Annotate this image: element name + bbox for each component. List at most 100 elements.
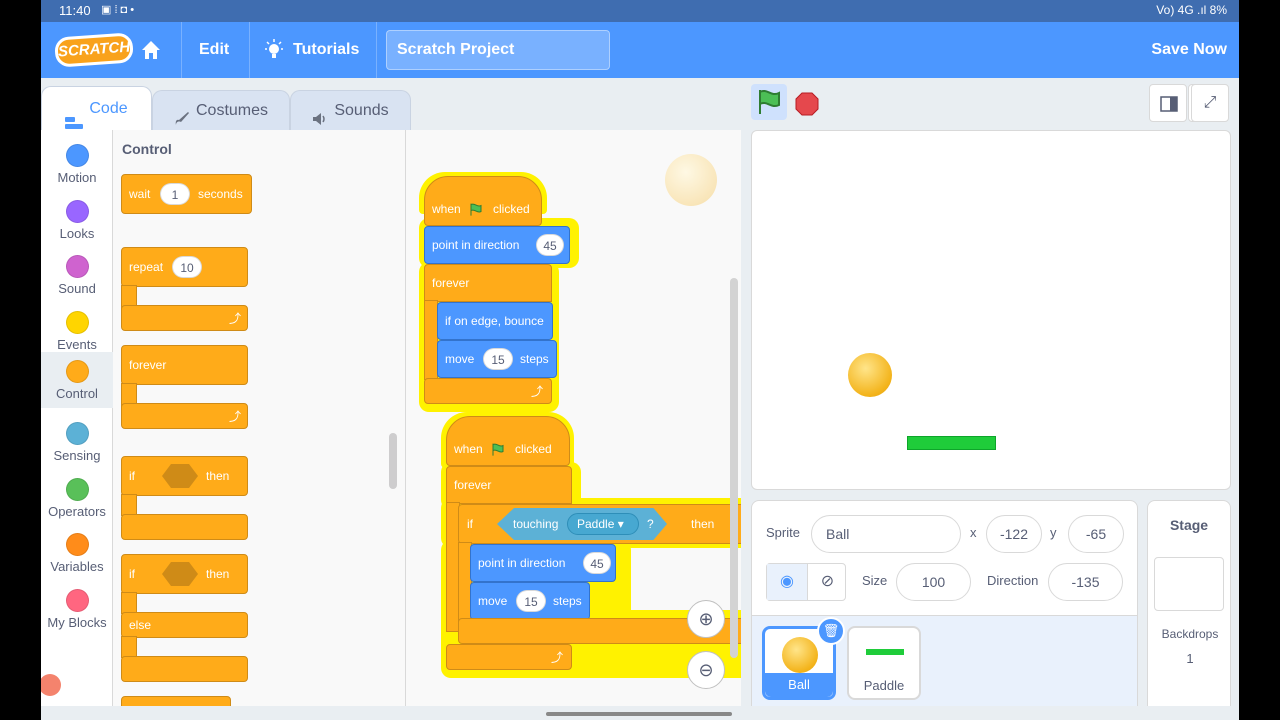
stage-canvas[interactable] (751, 130, 1231, 490)
sprite-tile-ball[interactable]: Ball 🗑 (762, 617, 845, 700)
condition-slot[interactable] (162, 562, 198, 586)
sprite-thumbnail-icon (665, 154, 717, 206)
tab-costumes[interactable]: Costumes (152, 90, 290, 130)
sprite-tile-paddle[interactable]: Paddle (847, 626, 921, 700)
block-label: point in direction (478, 556, 566, 570)
tab-sounds[interactable]: Sounds (290, 90, 411, 130)
touching-target-dropdown[interactable]: Paddle ▾ (567, 513, 639, 535)
block-label: move (445, 352, 475, 366)
repeat-count-input[interactable]: 10 (172, 256, 202, 278)
steps-input[interactable]: 15 (516, 590, 546, 612)
stage-area: Sprite Ball x -122 y -65 ◉ ⊘ Size 100 Di… (741, 78, 1239, 720)
category-my-blocks[interactable]: My Blocks (41, 581, 113, 636)
point-in-direction-block[interactable]: point in direction 45 (424, 226, 570, 264)
when-flag-clicked-block-2[interactable]: when clicked (446, 416, 570, 466)
if-else-block[interactable]: if then (121, 554, 248, 594)
block-label: then (691, 517, 715, 531)
block-label: forever (129, 358, 167, 372)
backdrop-thumbnail[interactable] (1154, 557, 1224, 611)
wait-block[interactable]: wait 1 seconds (121, 174, 252, 214)
ball-thumbnail (782, 637, 818, 673)
forever-block-bottom: ⤴ (121, 403, 248, 429)
forever-block-2[interactable]: forever (446, 466, 572, 504)
category-label: Sound (58, 281, 96, 296)
wait-seconds-input[interactable]: 1 (160, 183, 190, 205)
block-label: ? (647, 517, 654, 531)
edit-menu[interactable]: Edit (199, 22, 229, 78)
fullscreen-icon[interactable]: ⤢ (1191, 84, 1229, 122)
lightbulb-icon (263, 39, 285, 61)
scratch-logo[interactable]: SCRATCH (54, 32, 134, 68)
x-position-input[interactable]: -122 (986, 515, 1042, 553)
category-variables[interactable]: Variables (41, 525, 113, 580)
sprite-name-input[interactable]: Ball (811, 515, 961, 553)
show-eye-icon[interactable]: ◉ (767, 564, 807, 600)
steps-input[interactable]: 15 (483, 348, 513, 370)
block-label: when (432, 202, 461, 216)
if-then-block[interactable]: if then (121, 456, 248, 496)
green-flag-button[interactable] (751, 84, 787, 120)
block-label: point in direction (432, 238, 520, 252)
zoom-in-icon[interactable]: ⊕ (687, 600, 725, 638)
category-events[interactable]: Events (41, 303, 113, 358)
point-in-direction-block-2[interactable]: point in direction 45 (470, 544, 616, 582)
home-gesture-bar[interactable] (546, 712, 732, 716)
category-label: Events (57, 337, 97, 352)
direction-input[interactable]: -135 (1048, 563, 1123, 601)
forever-block[interactable]: forever (121, 345, 248, 385)
my-blocks-dot-icon (65, 589, 89, 612)
paddle-sprite[interactable] (907, 436, 996, 450)
tablet-screen: 11:40 ▣ ⁞ ◘ • Vo) 4G .ıl 8% SCRATCH Edit… (41, 0, 1239, 720)
delete-trash-icon[interactable]: 🗑 (817, 617, 845, 645)
if-on-edge-bounce-block[interactable]: if on edge, bounce (437, 302, 553, 340)
category-looks[interactable]: Looks (41, 192, 113, 247)
tutorials-menu[interactable]: Tutorials (293, 22, 359, 78)
category-label: Looks (59, 226, 95, 241)
block-label: steps (553, 594, 582, 608)
condition-slot[interactable] (162, 464, 198, 488)
record-icon[interactable] (41, 674, 61, 696)
direction-input[interactable]: 45 (583, 552, 611, 574)
move-steps-block[interactable]: move 15 steps (437, 340, 557, 378)
repeat-block-bottom: ⤴ (121, 305, 248, 331)
variables-dot-icon (65, 533, 89, 556)
size-input[interactable]: 100 (896, 563, 971, 601)
tab-code[interactable]: Code (41, 86, 152, 131)
category-label: My Blocks (47, 615, 107, 630)
category-sound[interactable]: Sound (41, 247, 113, 302)
touching-block[interactable]: touching Paddle ▾ ? (497, 508, 667, 540)
save-now-button[interactable]: Save Now (1151, 22, 1227, 78)
repeat-block[interactable]: repeat 10 (121, 247, 248, 287)
stage-selector[interactable]: Stage Backdrops 1 (1147, 500, 1231, 720)
category-motion[interactable]: Motion (41, 136, 113, 191)
sprite-tile-label: Ball (765, 673, 833, 697)
operators-dot-icon (65, 478, 89, 501)
category-label: Control (56, 386, 98, 401)
small-stage-button[interactable] (1149, 84, 1187, 122)
block-label: steps (520, 352, 549, 366)
move-steps-block-2[interactable]: move 15 steps (470, 582, 590, 620)
when-flag-clicked-block[interactable]: when clicked (424, 176, 542, 226)
zoom-out-icon[interactable]: ⊖ (687, 651, 725, 689)
ball-sprite[interactable] (848, 353, 892, 397)
category-operators[interactable]: Operators (41, 470, 113, 525)
category-control[interactable]: Control (41, 352, 113, 408)
palette-scrollbar[interactable] (389, 433, 397, 489)
direction-label: Direction (987, 573, 1039, 588)
category-sensing[interactable]: Sensing (41, 414, 113, 469)
forever-block[interactable]: forever (424, 264, 552, 302)
category-label: Sensing (53, 448, 101, 463)
code-scrollbar[interactable] (730, 278, 738, 658)
block-label: else (129, 618, 152, 632)
block-label: repeat (129, 260, 164, 274)
code-area[interactable]: when clicked point in direction 45 forev… (406, 130, 741, 720)
direction-input[interactable]: 45 (536, 234, 564, 256)
hide-eye-icon[interactable]: ⊘ (807, 564, 847, 600)
stop-icon[interactable] (795, 92, 819, 116)
y-position-input[interactable]: -65 (1068, 515, 1124, 553)
y-label: y (1050, 525, 1057, 540)
stage-title: Stage (1169, 517, 1209, 533)
home-icon[interactable] (139, 38, 163, 62)
dropdown-value: Paddle (577, 517, 615, 531)
project-title-input[interactable]: Scratch Project (386, 30, 610, 70)
